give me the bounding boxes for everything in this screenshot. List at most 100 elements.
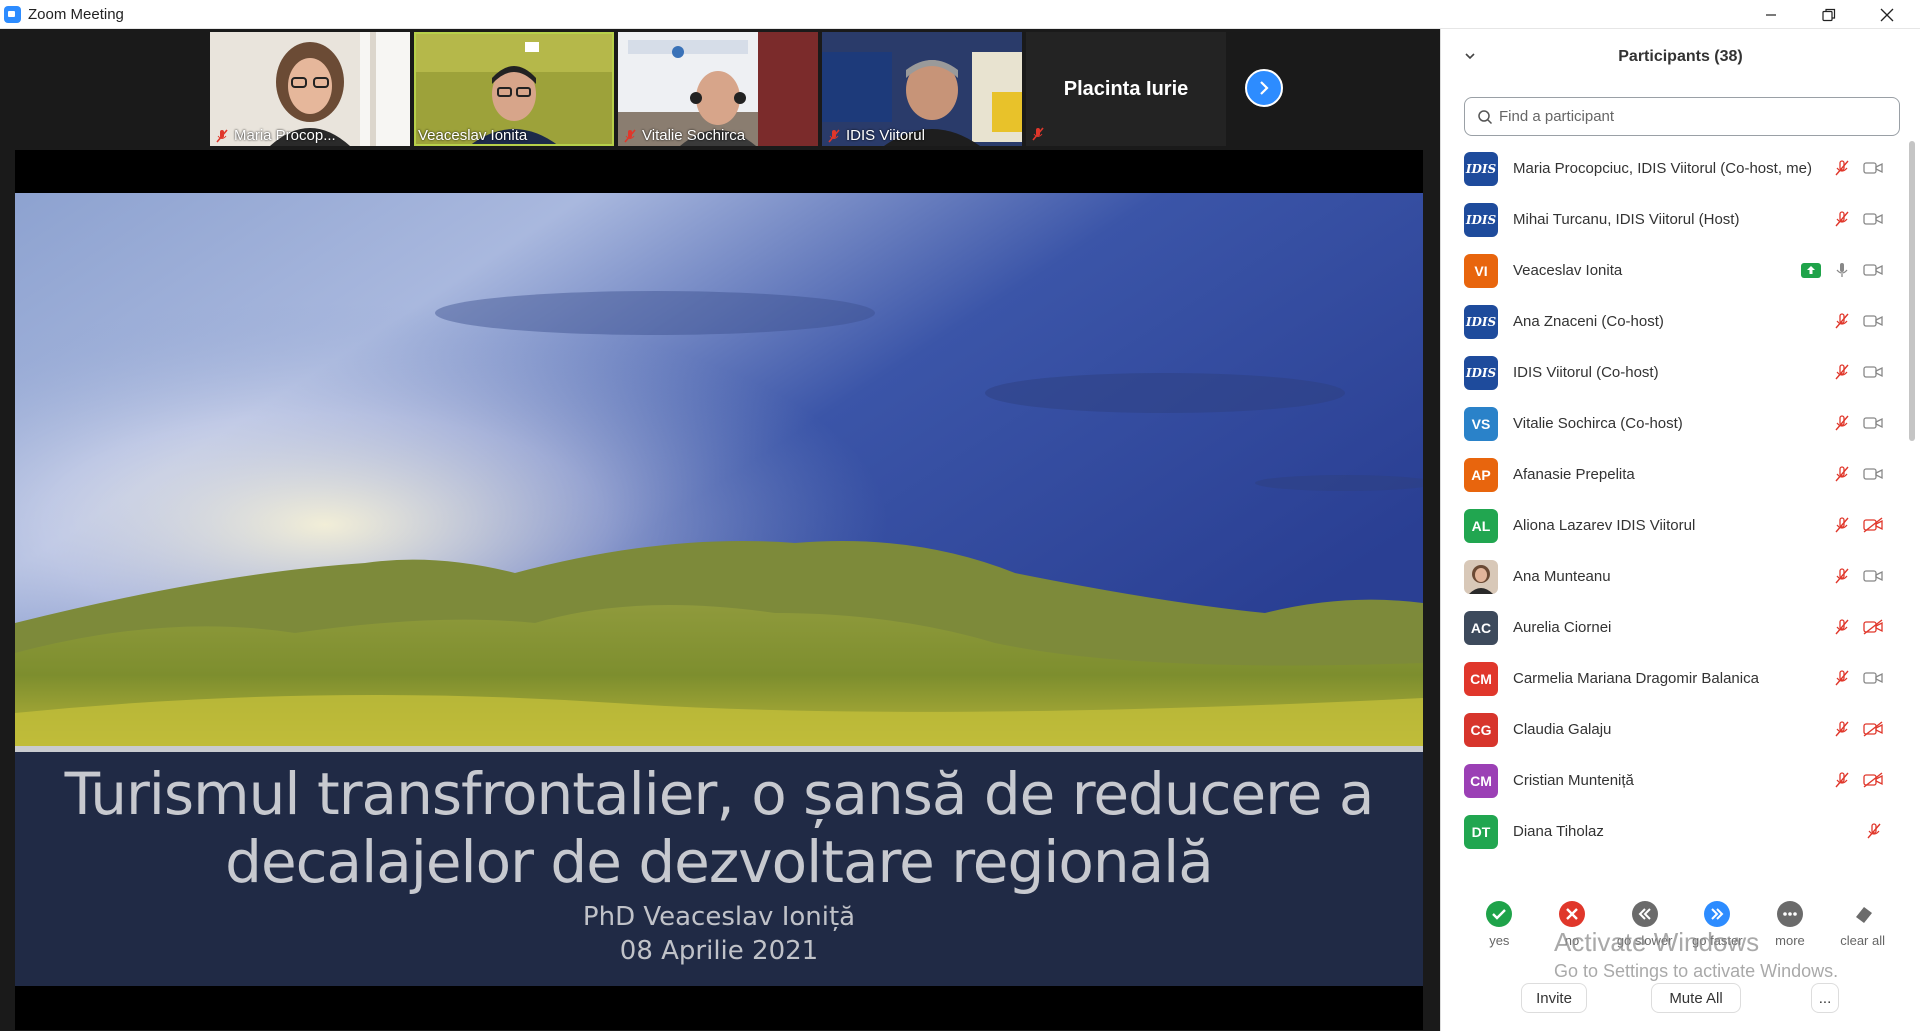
camera-icon[interactable]	[1863, 465, 1883, 483]
slide-title-line: decalajelor de dezvoltare regională	[225, 828, 1214, 896]
video-thumbnail[interactable]: IDIS Viitorul	[822, 32, 1022, 146]
mic-muted-icon[interactable]	[1833, 567, 1851, 585]
thumbnail-name: IDIS Viitorul	[846, 127, 925, 144]
camera-off-icon[interactable]	[1863, 618, 1883, 636]
camera-icon[interactable]	[1863, 669, 1883, 687]
participant-avatar: VI	[1464, 253, 1498, 288]
video-thumbnail-active[interactable]: Veaceslav Ionita	[414, 32, 614, 146]
meeting-stage: Maria Procop... Veaceslav Ionita Vitalie…	[0, 29, 1440, 1031]
participant-name: Aliona Lazarev IDIS Viitorul	[1513, 517, 1696, 534]
mic-muted-icon[interactable]	[1833, 363, 1851, 381]
more-icon	[1783, 912, 1797, 916]
search-input[interactable]	[1499, 108, 1879, 125]
mute-all-button[interactable]: Mute All	[1651, 983, 1741, 1013]
mic-muted-icon	[216, 128, 228, 143]
participant-list: IDIS Maria Procopciuc, IDIS Viitorul (Co-…	[1441, 143, 1911, 863]
participants-header: Participants (38)	[1441, 29, 1920, 84]
camera-off-icon[interactable]	[1863, 720, 1883, 738]
participant-row[interactable]: Ana Munteanu	[1441, 551, 1911, 602]
camera-icon[interactable]	[1863, 312, 1883, 330]
participant-row[interactable]: CG Claudia Galaju	[1441, 704, 1911, 755]
participant-avatar: IDIS	[1464, 202, 1498, 237]
camera-off-icon[interactable]	[1863, 516, 1883, 534]
close-button[interactable]	[1858, 0, 1916, 29]
participant-name: Vitalie Sochirca (Co-host)	[1513, 415, 1683, 432]
zoom-app-icon	[4, 5, 21, 23]
watermark-title: Activate Windows	[1554, 927, 1760, 957]
mic-muted-icon[interactable]	[1833, 159, 1851, 177]
watermark-subtitle: Go to Settings to activate Windows.	[1554, 961, 1839, 981]
thumbnail-name: Maria Procop...	[234, 127, 336, 144]
participant-status-icons	[1865, 822, 1883, 840]
participants-panel: Participants (38) IDIS Maria Procopciuc, …	[1440, 29, 1920, 1031]
next-page-button[interactable]	[1245, 69, 1283, 107]
slide-landscape-image	[15, 193, 1423, 746]
participant-name: Cristian Munteniță	[1513, 772, 1634, 789]
participant-row[interactable]: AP Afanasie Prepelita	[1441, 449, 1911, 500]
participant-row[interactable]: AL Aliona Lazarev IDIS Viitorul	[1441, 500, 1911, 551]
participant-status-icons	[1833, 669, 1883, 687]
restore-button[interactable]	[1800, 0, 1858, 29]
participant-row[interactable]: CM Carmelia Mariana Dragomir Balanica	[1441, 653, 1911, 704]
participant-status-icons	[1833, 414, 1883, 432]
mic-muted-icon[interactable]	[1833, 720, 1851, 738]
mic-muted-icon[interactable]	[1833, 618, 1851, 636]
mic-muted-icon[interactable]	[1833, 414, 1851, 432]
mic-muted-icon[interactable]	[1833, 465, 1851, 483]
participant-row[interactable]: IDIS Maria Procopciuc, IDIS Viitorul (Co-…	[1441, 143, 1911, 194]
participant-row[interactable]: CM Cristian Munteniță	[1441, 755, 1911, 806]
minimize-button[interactable]	[1742, 0, 1800, 29]
participant-status-icons	[1833, 465, 1883, 483]
mic-muted-icon[interactable]	[1833, 210, 1851, 228]
participant-name: Diana Tiholaz	[1513, 823, 1604, 840]
reaction-yes-button[interactable]: yes	[1466, 901, 1532, 971]
mic-icon[interactable]	[1833, 261, 1851, 279]
chevron-down-icon[interactable]	[1463, 49, 1477, 63]
camera-icon[interactable]	[1863, 261, 1883, 279]
video-thumbnail[interactable]: Vitalie Sochirca	[618, 32, 818, 146]
participant-row[interactable]: AC Aurelia Ciornei	[1441, 602, 1911, 653]
video-thumbnail[interactable]: Maria Procop...	[210, 32, 410, 146]
more-options-button[interactable]: ...	[1811, 983, 1839, 1013]
participant-search[interactable]	[1464, 97, 1900, 136]
camera-icon[interactable]	[1863, 363, 1883, 381]
participant-status-icons	[1833, 312, 1883, 330]
reaction-clear-all-button[interactable]: clear all	[1830, 901, 1896, 971]
participant-avatar: CM	[1464, 763, 1498, 798]
fast-forward-icon	[1711, 908, 1724, 920]
mic-muted-icon[interactable]	[1865, 822, 1883, 840]
mic-muted-icon	[624, 128, 636, 143]
video-thumbnail-name-only[interactable]: Placinta Iurie	[1026, 32, 1226, 146]
slide-title: Turismul transfrontalier, o șansă de red…	[15, 760, 1423, 896]
reaction-label: clear all	[1840, 933, 1885, 948]
participant-row[interactable]: IDIS Mihai Turcanu, IDIS Viitorul (Host)	[1441, 194, 1911, 245]
shared-screen: Turismul transfrontalier, o șansă de red…	[15, 150, 1423, 1030]
mic-muted-icon	[1032, 127, 1044, 141]
participant-name: Afanasie Prepelita	[1513, 466, 1635, 483]
participant-row[interactable]: DT Diana Tiholaz	[1441, 806, 1911, 857]
title-bar: Zoom Meeting	[0, 0, 1920, 29]
camera-icon[interactable]	[1863, 210, 1883, 228]
participant-list-scrollbar[interactable]	[1909, 141, 1915, 441]
participant-row[interactable]: IDIS IDIS Viitorul (Co-host)	[1441, 347, 1911, 398]
participant-avatar: CM	[1464, 661, 1498, 696]
reaction-label: yes	[1489, 933, 1510, 948]
camera-off-icon[interactable]	[1863, 771, 1883, 789]
participant-row[interactable]: IDIS Ana Znaceni (Co-host)	[1441, 296, 1911, 347]
invite-button[interactable]: Invite	[1521, 983, 1587, 1013]
camera-icon[interactable]	[1863, 159, 1883, 177]
camera-icon[interactable]	[1863, 414, 1883, 432]
mic-muted-icon[interactable]	[1833, 516, 1851, 534]
participant-avatar: VS	[1464, 406, 1498, 441]
camera-icon[interactable]	[1863, 567, 1883, 585]
participant-row[interactable]: VS Vitalie Sochirca (Co-host)	[1441, 398, 1911, 449]
mic-muted-icon[interactable]	[1833, 312, 1851, 330]
window-title: Zoom Meeting	[28, 5, 124, 23]
participant-row[interactable]: VI Veaceslav Ionita	[1441, 245, 1911, 296]
mic-muted-icon[interactable]	[1833, 669, 1851, 687]
screen-share-icon	[1801, 262, 1821, 278]
search-icon	[1478, 109, 1493, 124]
participant-name: Mihai Turcanu, IDIS Viitorul (Host)	[1513, 211, 1740, 228]
participant-name: Aurelia Ciornei	[1513, 619, 1612, 636]
mic-muted-icon[interactable]	[1833, 771, 1851, 789]
